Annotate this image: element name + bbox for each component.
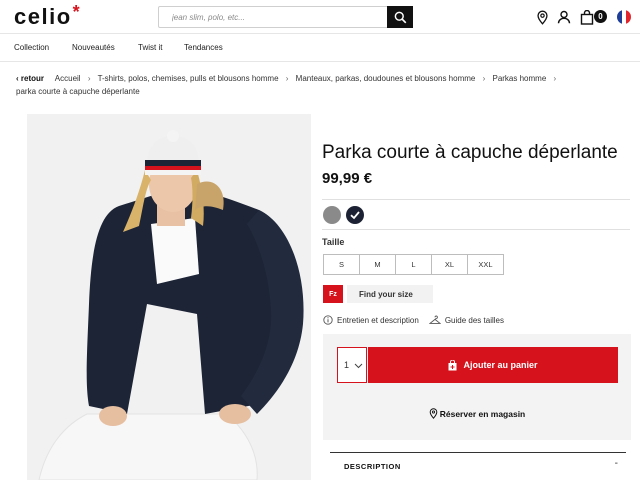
cart-button[interactable] — [579, 9, 595, 25]
search-bar — [158, 6, 413, 28]
france-flag-icon[interactable] — [617, 10, 631, 24]
checkmark-icon — [350, 211, 360, 220]
back-link[interactable]: ‹ retour — [16, 74, 44, 83]
reserve-in-store-label: Réserver en magasin — [439, 408, 526, 419]
reserve-in-store-link[interactable]: Réserver en magasin — [323, 408, 631, 419]
breadcrumb-separator: › — [482, 74, 486, 83]
add-to-cart-button[interactable]: Ajouter au panier — [368, 347, 618, 383]
description-accordion[interactable]: DESCRIPTION - — [330, 452, 626, 480]
nav-item-nouveautes[interactable]: Nouveautés — [72, 43, 115, 52]
size-selector: S M L XL XXL — [323, 254, 504, 275]
breadcrumb-separator: › — [87, 74, 91, 83]
location-pin-icon — [536, 10, 548, 25]
size-option-xl[interactable]: XL — [431, 254, 468, 275]
size-guide-link[interactable]: Guide des tailles — [445, 316, 504, 325]
store-locator-button[interactable] — [534, 9, 550, 25]
quantity-value: 1 — [344, 360, 350, 370]
search-icon — [394, 11, 406, 23]
logo-star: * — [72, 2, 82, 22]
breadcrumb-item-tops[interactable]: T-shirts, polos, chemises, pulls et blou… — [98, 74, 279, 83]
color-swatch-navy-selected[interactable] — [346, 206, 364, 224]
breadcrumb-item-current: parka courte à capuche déperlante — [16, 87, 140, 96]
size-option-l[interactable]: L — [395, 254, 432, 275]
breadcrumb-item-parkas[interactable]: Parkas homme — [492, 74, 546, 83]
find-your-size-button[interactable]: Fz Find your size — [323, 285, 433, 303]
quantity-select[interactable]: 1 — [337, 347, 367, 383]
product-links: Entretien et description Guide des taill… — [323, 315, 504, 325]
product-image[interactable] — [27, 114, 311, 480]
size-option-xxl[interactable]: XXL — [467, 254, 504, 275]
main-nav: Collection Nouveautés Twist it Tendances — [0, 34, 640, 62]
location-pin-icon — [429, 408, 438, 419]
breadcrumb-item-coats[interactable]: Manteaux, parkas, doudounes et blousons … — [296, 74, 476, 83]
care-description-link[interactable]: Entretien et description — [337, 316, 419, 325]
user-icon — [557, 10, 571, 24]
collapse-toggle[interactable]: - — [615, 458, 618, 469]
size-option-s[interactable]: S — [323, 254, 360, 275]
hanger-icon — [428, 315, 441, 325]
breadcrumb: ‹ retour Accueil › T-shirts, polos, chem… — [16, 72, 616, 98]
nav-item-tendances[interactable]: Tendances — [184, 43, 223, 52]
logo-text: celio — [14, 4, 72, 29]
add-to-cart-panel: 1 Ajouter au panier Réserver en magasin — [323, 334, 631, 440]
breadcrumb-item-home[interactable]: Accueil — [55, 74, 81, 83]
nav-item-collection[interactable]: Collection — [14, 43, 49, 52]
shopping-bag-icon — [580, 9, 594, 25]
breadcrumb-separator: › — [285, 74, 289, 83]
search-input[interactable] — [159, 7, 387, 27]
size-label: Taille — [322, 237, 345, 247]
bag-plus-icon — [448, 359, 457, 371]
celio-logo[interactable]: celio* — [14, 2, 82, 30]
search-button[interactable] — [387, 6, 413, 28]
color-swatch-grey[interactable] — [323, 206, 341, 224]
divider — [322, 229, 630, 230]
find-your-size-label: Find your size — [347, 285, 433, 303]
info-icon — [323, 315, 333, 325]
add-to-cart-label: Ajouter au panier — [463, 360, 538, 370]
product-title: Parka courte à capuche déperlante — [322, 142, 618, 163]
chevron-down-icon — [354, 361, 363, 371]
breadcrumb-separator: › — [553, 74, 557, 83]
description-heading: DESCRIPTION — [344, 462, 401, 471]
account-button[interactable] — [556, 9, 572, 25]
size-option-m[interactable]: M — [359, 254, 396, 275]
nav-item-twist-it[interactable]: Twist it — [138, 43, 162, 52]
product-photo-illustration — [27, 114, 311, 480]
site-header: celio* 0 — [0, 0, 640, 34]
fit-logo-icon: Fz — [323, 285, 343, 303]
divider — [322, 199, 630, 200]
cart-count-badge: 0 — [594, 10, 607, 23]
product-price: 99,99 € — [322, 170, 373, 187]
